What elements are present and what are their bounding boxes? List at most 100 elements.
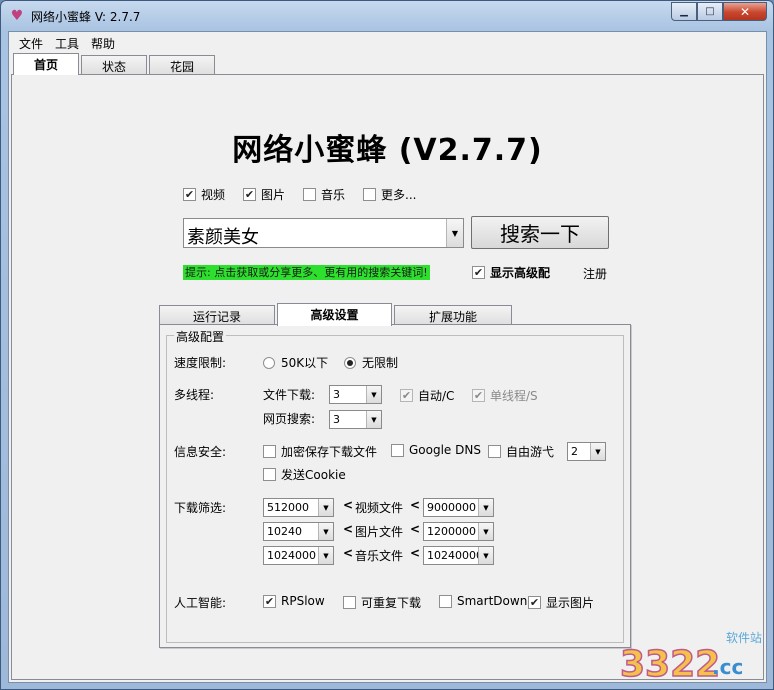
checkbox-box — [488, 445, 501, 458]
close-button[interactable]: ✕ — [723, 2, 767, 21]
speed-label: 速度限制: — [174, 356, 227, 370]
video-max-select[interactable]: 9000000 ▼ — [423, 498, 494, 517]
free-roam-select[interactable]: 2 ▼ — [567, 442, 606, 461]
single-thread-checkbox: ✔ 单线程/S — [472, 387, 538, 404]
group-title: 高级配置 — [174, 328, 227, 345]
type-video-checkbox[interactable]: ✔ 视频 — [183, 186, 225, 203]
auto-checkbox[interactable]: ✔ 自动/C — [400, 387, 454, 404]
tab-advanced-settings[interactable]: 高级设置 — [277, 303, 392, 326]
watermark-digits: 3322 — [620, 644, 720, 684]
speed-50k-radio[interactable]: 50K以下 — [263, 354, 328, 371]
checkbox-box — [363, 188, 377, 201]
google-dns-label: Google DNS — [409, 443, 481, 457]
minimize-button[interactable]: ▁ — [671, 2, 697, 21]
type-music-checkbox[interactable]: 音乐 — [303, 186, 345, 203]
checkbox-box — [263, 445, 276, 458]
encrypt-checkbox[interactable]: 加密保存下载文件 — [263, 443, 377, 460]
chevron-down-icon[interactable]: ▼ — [478, 547, 493, 564]
chevron-down-icon[interactable]: ▼ — [478, 523, 493, 540]
chevron-down-icon[interactable]: ▼ — [318, 523, 333, 540]
media-type-row: ✔ 视频 ✔ 图片 音乐 更多... — [183, 186, 417, 203]
checkbox-box: ✔ — [243, 188, 257, 201]
rpslow-checkbox[interactable]: ✔ RPSlow — [263, 594, 325, 608]
search-input[interactable]: 素颜美女 ▼ — [183, 218, 464, 248]
type-image-checkbox[interactable]: ✔ 图片 — [243, 186, 285, 203]
type-video-label: 视频 — [201, 188, 226, 202]
type-more-checkbox[interactable]: 更多... — [363, 186, 417, 203]
tab-extensions[interactable]: 扩展功能 — [394, 305, 512, 325]
checkbox-box — [263, 468, 276, 481]
file-download-select[interactable]: 3 ▼ — [329, 385, 382, 404]
repeat-download-label: 可重复下载 — [361, 596, 422, 610]
image-file-label: 图片文件 — [355, 525, 404, 539]
google-dns-checkbox[interactable]: Google DNS — [391, 443, 481, 457]
tip-link[interactable]: 提示: 点击获取或分享更多、更有用的搜索关键词! — [183, 265, 430, 280]
title-bar[interactable]: ♥ 网络小蜜蜂 V: 2.7.7 ▁ □ ✕ — [1, 1, 773, 31]
menu-tools[interactable]: 工具 — [49, 32, 85, 52]
search-button[interactable]: 搜索一下 — [471, 216, 609, 249]
window-title: 网络小蜜蜂 V: 2.7.7 — [31, 10, 141, 24]
chevron-down-icon[interactable]: ▼ — [318, 547, 333, 564]
filter-label: 下载筛选: — [174, 501, 227, 515]
chevron-down-icon[interactable]: ▼ — [318, 499, 333, 516]
threads-label: 多线程: — [174, 388, 215, 402]
music-min-value: 1024000 — [267, 549, 316, 562]
music-min-select[interactable]: 1024000 ▼ — [263, 546, 334, 565]
app-window: ♥ 网络小蜜蜂 V: 2.7.7 ▁ □ ✕ 文件 工具 帮助 首页 状态 花园… — [0, 0, 774, 690]
music-max-select[interactable]: 10240000 ▼ — [423, 546, 494, 565]
tab-garden[interactable]: 花园 — [149, 55, 215, 75]
send-cookie-checkbox[interactable]: 发送Cookie — [263, 466, 346, 483]
less-than-symbol: < — [343, 522, 354, 536]
smartdown-checkbox[interactable]: SmartDown — [439, 594, 527, 608]
web-search-select[interactable]: 3 ▼ — [329, 410, 382, 429]
video-file-label: 视频文件 — [355, 501, 404, 515]
speed-unlimited-radio[interactable]: 无限制 — [344, 354, 398, 371]
less-than-symbol: < — [343, 498, 354, 512]
smartdown-label: SmartDown — [457, 594, 528, 608]
maximize-button[interactable]: □ — [697, 2, 723, 21]
tab-run-log[interactable]: 运行记录 — [159, 305, 275, 325]
site-watermark-logo: 软件站 3322 .cc — [619, 631, 762, 684]
image-min-select[interactable]: 10240 ▼ — [263, 522, 334, 541]
rpslow-label: RPSlow — [281, 594, 325, 608]
checkbox-box: ✔ — [183, 188, 196, 201]
image-min-value: 10240 — [267, 525, 302, 538]
show-image-checkbox[interactable]: ✔ 显示图片 — [528, 594, 594, 611]
checkbox-box: ✔ — [472, 266, 485, 279]
free-roam-checkbox[interactable]: 自由游弋 — [488, 443, 554, 460]
chevron-down-icon[interactable]: ▼ — [590, 443, 605, 460]
window-controls: ▁ □ ✕ — [671, 2, 767, 21]
radio-circle — [344, 356, 356, 369]
chevron-down-icon[interactable]: ▼ — [366, 411, 381, 428]
web-search-value: 3 — [333, 413, 340, 426]
security-label: 信息安全: — [174, 445, 227, 459]
show-advanced-checkbox[interactable]: ✔ 显示高级配 — [472, 264, 550, 281]
ai-label: 人工智能: — [174, 596, 227, 610]
chevron-down-icon[interactable]: ▼ — [478, 499, 493, 516]
music-max-value: 10240000 — [427, 549, 483, 562]
type-music-label: 音乐 — [321, 188, 346, 202]
type-more-label: 更多... — [381, 188, 417, 202]
menu-help[interactable]: 帮助 — [85, 32, 121, 52]
settings-tabs: 运行记录 高级设置 扩展功能 — [159, 303, 514, 326]
register-link[interactable]: 注册 — [583, 265, 607, 282]
tab-status[interactable]: 状态 — [81, 55, 147, 75]
less-than-symbol: < — [410, 522, 421, 536]
type-image-label: 图片 — [261, 188, 286, 202]
tab-home[interactable]: 首页 — [13, 53, 79, 75]
checkbox-box: ✔ — [472, 389, 485, 402]
show-advanced-label: 显示高级配 — [490, 266, 551, 280]
video-min-select[interactable]: 512000 ▼ — [263, 498, 334, 517]
image-max-select[interactable]: 1200000 ▼ — [423, 522, 494, 541]
file-download-label: 文件下载: — [263, 388, 316, 402]
menu-file[interactable]: 文件 — [13, 32, 49, 52]
free-roam-value: 2 — [571, 445, 578, 458]
show-image-label: 显示图片 — [546, 596, 595, 610]
radio-circle — [263, 356, 275, 369]
watermark-site-text: 软件站 — [726, 631, 762, 645]
auto-label: 自动/C — [418, 389, 455, 403]
chevron-down-icon[interactable]: ▼ — [446, 219, 463, 247]
checkbox-box — [391, 443, 404, 457]
chevron-down-icon[interactable]: ▼ — [366, 386, 381, 403]
repeat-download-checkbox[interactable]: 可重复下载 — [343, 594, 421, 611]
